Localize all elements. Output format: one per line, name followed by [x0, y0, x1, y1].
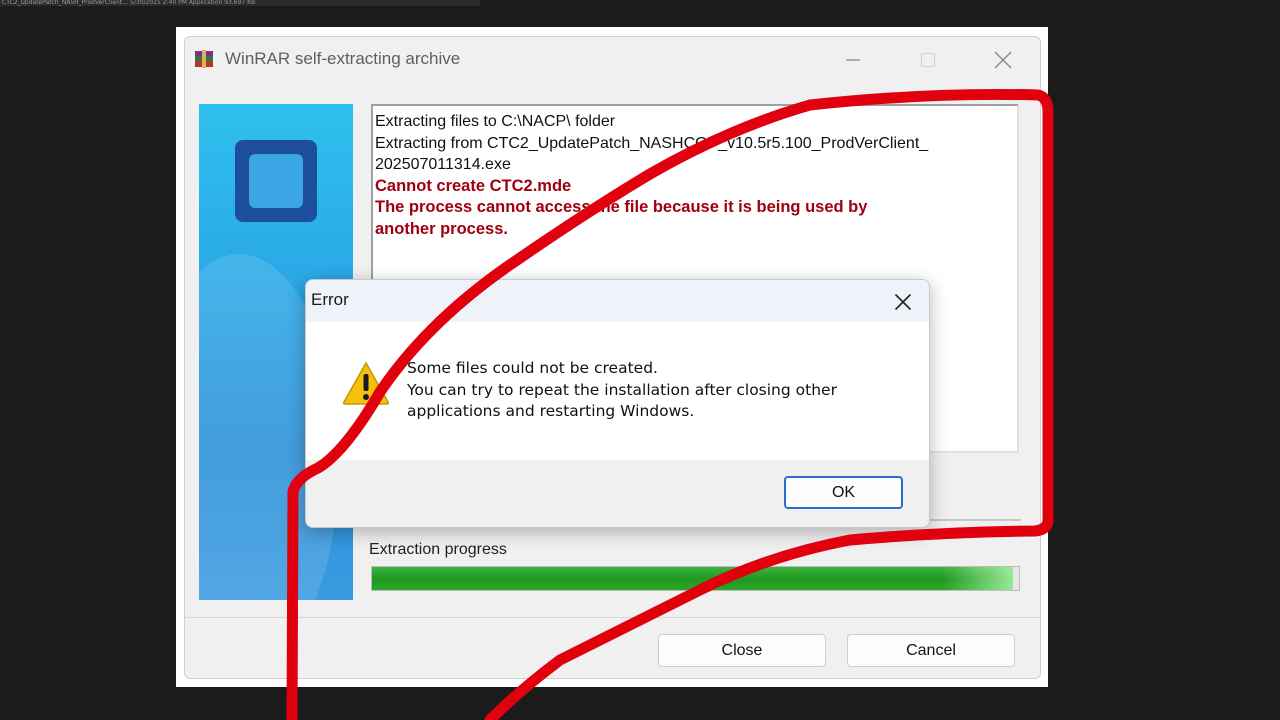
banner-logo-icon	[235, 140, 317, 222]
minimize-button[interactable]	[830, 45, 876, 75]
progress-fill	[372, 567, 1013, 590]
winrar-titlebar[interactable]: WinRAR self-extracting archive	[185, 37, 1040, 83]
minimize-icon	[846, 59, 860, 61]
close-button[interactable]: Close	[658, 634, 826, 667]
error-dialog: Error Some files could not be created. Y…	[305, 279, 930, 528]
error-dialog-titlebar[interactable]: Error	[306, 280, 929, 322]
winrar-window-title: WinRAR self-extracting archive	[225, 49, 461, 68]
error-message: Some files could not be created. You can…	[407, 358, 837, 423]
progress-label: Extraction progress	[369, 541, 507, 558]
maximize-icon	[920, 52, 936, 68]
error-dialog-close-button[interactable]	[885, 284, 921, 320]
error-message-line: Some files could not be created.	[407, 359, 658, 377]
log-line: 202507011314.exe	[375, 156, 511, 173]
divider	[185, 617, 1040, 618]
error-dialog-footer: OK	[306, 460, 929, 527]
log-error-line: Cannot create CTC2.mde	[375, 176, 572, 195]
winrar-app-icon	[195, 50, 213, 68]
error-message-line: applications and restarting Windows.	[407, 402, 695, 420]
log-error-line: another process.	[375, 219, 508, 238]
cancel-button[interactable]: Cancel	[847, 634, 1015, 667]
error-dialog-title: Error	[311, 290, 349, 309]
log-line: Extracting from CTC2_UpdatePatch_NASHCOP…	[375, 134, 929, 152]
maximize-button	[905, 45, 951, 75]
warning-icon	[342, 361, 390, 405]
log-error-line: The process cannot access the file becau…	[375, 198, 868, 216]
close-icon	[994, 51, 1012, 69]
ok-button[interactable]: OK	[784, 476, 903, 509]
log-line: Extracting files to C:\NACP\ folder	[375, 113, 616, 130]
extraction-progress-bar	[371, 566, 1020, 591]
background-file-listing: CTC2_UpdatePatch_NASH_ProdVerClient… 5/3…	[0, 0, 480, 6]
window-close-button[interactable]	[980, 45, 1026, 75]
close-icon	[894, 293, 912, 311]
error-message-line: You can try to repeat the installation a…	[407, 380, 837, 399]
error-dialog-body: Some files could not be created. You can…	[306, 322, 929, 460]
